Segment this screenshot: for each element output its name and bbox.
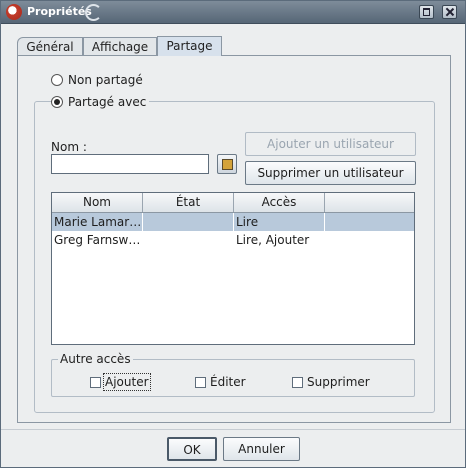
cell-name: Greg Farnsw…: [54, 233, 141, 247]
footer-divider: [1, 429, 465, 430]
table-row[interactable]: Greg Farnsw… Lire, Ajouter: [52, 231, 414, 249]
address-book-icon[interactable]: [217, 154, 237, 174]
column-header-extra[interactable]: [325, 193, 414, 212]
checkbox-delete[interactable]: Supprimer: [292, 375, 370, 389]
swirl-icon: [85, 4, 102, 21]
cancel-button[interactable]: Annuler: [223, 437, 300, 461]
cell-access: Lire: [234, 213, 325, 231]
table-row[interactable]: Marie Lamar… Lire: [52, 213, 414, 231]
column-header-access[interactable]: Accès: [234, 193, 325, 212]
checkbox-delete-label: Supprimer: [307, 375, 370, 389]
checkbox-box[interactable]: [292, 376, 303, 388]
remove-user-button[interactable]: Supprimer un utilisateur: [245, 161, 416, 185]
checkbox-add-label: Ajouter: [103, 373, 151, 391]
ok-button[interactable]: OK: [167, 437, 217, 461]
radio-not-shared[interactable]: Non partagé: [51, 73, 143, 87]
cell-extra: [325, 231, 414, 249]
shared-with-label: Partagé avec: [68, 95, 147, 109]
checkbox-box[interactable]: [195, 376, 206, 388]
checkbox-add[interactable]: Ajouter: [90, 373, 151, 391]
title-bar[interactable]: Propriétés: [1, 1, 465, 24]
cell-name: Marie Lamar…: [54, 213, 143, 231]
not-shared-label: Non partagé: [68, 73, 143, 87]
other-access-legend: Autre accès: [58, 352, 133, 366]
properties-window: Propriétés Général Affichage Partage Non…: [0, 0, 466, 468]
window-title: Propriétés: [27, 5, 92, 18]
table-header: Nom État Accès: [52, 193, 414, 213]
checkbox-edit[interactable]: Éditer: [195, 375, 246, 389]
radio-circle-selected[interactable]: [51, 96, 63, 108]
cell-access: Lire, Ajouter: [236, 233, 310, 247]
cell-extra: [325, 213, 414, 231]
add-user-button[interactable]: Ajouter un utilisateur: [245, 132, 416, 156]
column-header-name[interactable]: Nom: [52, 193, 143, 212]
checkbox-box[interactable]: [90, 376, 101, 388]
tab-partage[interactable]: Partage: [157, 36, 222, 56]
close-button[interactable]: [442, 5, 457, 19]
column-header-state[interactable]: État: [143, 193, 234, 212]
name-label: Nom :: [51, 140, 87, 154]
name-input[interactable]: [51, 154, 209, 174]
radio-shared-with[interactable]: Partagé avec: [51, 95, 150, 109]
restore-button[interactable]: [419, 5, 434, 19]
users-table[interactable]: Nom État Accès Marie Lamar… Lire Greg Fa…: [51, 192, 415, 345]
tab-affichage[interactable]: Affichage: [83, 37, 157, 55]
app-icon: [6, 4, 22, 20]
cell-state: [143, 231, 234, 249]
tab-general[interactable]: Général: [17, 37, 83, 55]
cell-state: [143, 213, 234, 231]
radio-circle[interactable]: [51, 74, 63, 86]
checkbox-edit-label: Éditer: [210, 375, 246, 389]
